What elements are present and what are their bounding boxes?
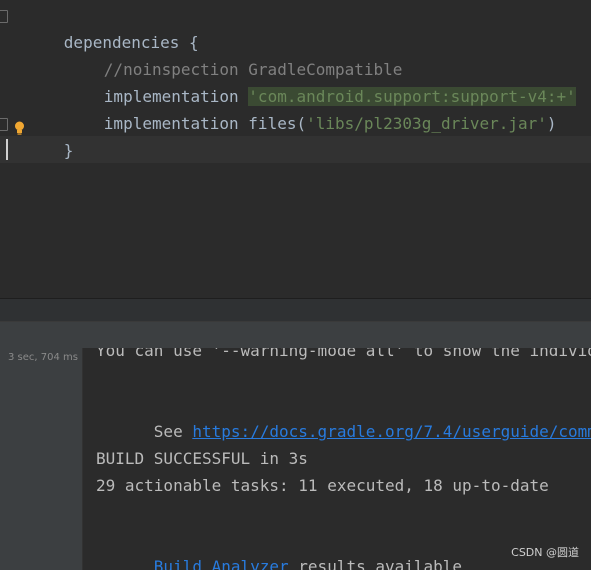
- build-successful-line: BUILD SUCCESSFUL in 3s: [96, 449, 308, 468]
- see-docs-line: See https://docs.gradle.org/7.4/userguid…: [96, 391, 591, 441]
- build-tool-tabs-bar[interactable]: [0, 322, 591, 348]
- build-output-console[interactable]: You can use '--warning-mode all' to show…: [83, 348, 591, 570]
- code-line-2[interactable]: //noinspection GradleCompatible: [0, 29, 403, 79]
- code-line-3[interactable]: implementation 'com.android.support:supp…: [0, 56, 576, 106]
- close-paren: ): [546, 114, 557, 133]
- code-line-4[interactable]: implementation files('libs/pl2303g_drive…: [0, 83, 557, 133]
- implementation-keyword: implementation: [103, 114, 239, 133]
- tool-window-header[interactable]: [0, 299, 591, 321]
- text-caret: [6, 139, 8, 160]
- tasks-summary-line: 29 actionable tasks: 11 executed, 18 up-…: [96, 476, 549, 495]
- build-analyzer-link[interactable]: Build Analyzer: [154, 557, 289, 570]
- code-editor[interactable]: dependencies { //noinspection GradleComp…: [0, 0, 591, 298]
- build-tree-panel[interactable]: 3 sec, 704 ms: [0, 348, 83, 570]
- lightbulb-icon[interactable]: [14, 121, 25, 135]
- fold-marker-end-icon[interactable]: [0, 118, 8, 131]
- analyzer-results-text: results available: [288, 557, 463, 570]
- see-prefix: See: [153, 422, 193, 441]
- build-analyzer-line: Build Analyzer results available: [96, 526, 462, 570]
- build-duration: 3 sec, 704 ms: [8, 352, 78, 363]
- current-line-highlight: [0, 136, 591, 163]
- code-line-5[interactable]: }: [0, 110, 73, 160]
- code-line-1[interactable]: dependencies {: [0, 2, 199, 52]
- gradle-docs-link[interactable]: https://docs.gradle.org/7.4/userguide/co…: [192, 422, 591, 441]
- warning-mode-line: You can use '--warning-mode all' to show…: [96, 348, 591, 360]
- fold-marker-icon[interactable]: [0, 10, 8, 23]
- jar-path-string: 'libs/pl2303g_driver.jar': [306, 114, 547, 133]
- csdn-watermark: CSDN @圆道: [511, 546, 579, 559]
- files-call: files(: [248, 114, 307, 133]
- close-brace: }: [63, 141, 74, 160]
- ide-window: dependencies { //noinspection GradleComp…: [0, 0, 591, 570]
